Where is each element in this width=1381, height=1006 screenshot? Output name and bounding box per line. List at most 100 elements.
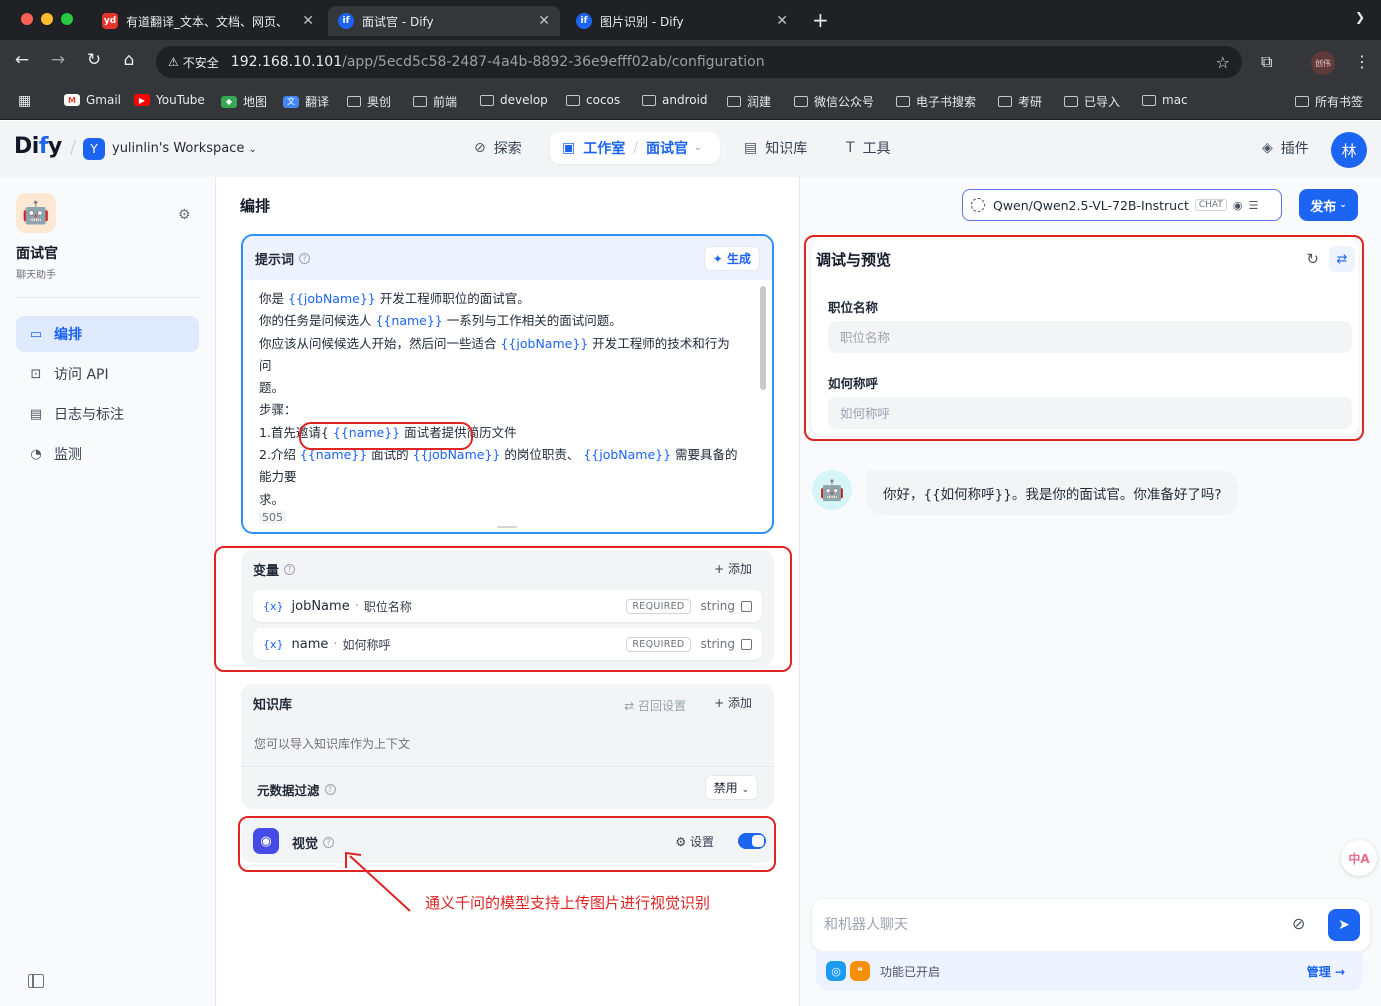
browser-tab-image-recognition[interactable]: if 图片识别 - Dify ✕ [566, 6, 798, 36]
send-button[interactable]: ➤ [1328, 909, 1360, 941]
dify-logo[interactable]: Dify [14, 134, 62, 159]
model-selector[interactable]: Qwen/Qwen2.5-VL-72B-Instruct CHAT ◉ ☰ [962, 189, 1282, 221]
bookmark-folder[interactable]: develop [480, 93, 548, 107]
chat-input[interactable] [824, 913, 1264, 937]
sidebar-item-monitor[interactable]: ◔ 监测 [16, 436, 199, 472]
reload-icon[interactable]: ↻ [82, 50, 106, 70]
prompt-segment: 2.介绍 [259, 447, 300, 463]
maximize-window-button[interactable] [61, 13, 73, 25]
bookmark-star-icon[interactable]: ☆ [1216, 53, 1230, 72]
apps-grid-icon[interactable]: ▦ [18, 93, 31, 109]
publish-button[interactable]: 发布 ⌄ [1299, 189, 1358, 221]
app-settings-icon[interactable]: ⚙ [178, 207, 191, 223]
recall-settings-button[interactable]: ⇄ 召回设置 [624, 697, 686, 714]
browser-tab-youdao[interactable]: yd 有道翻译_文本、文档、网页、 ✕ [92, 6, 324, 36]
bookmark-gmail[interactable]: M Gmail [64, 93, 121, 107]
prompt-header: 提示词 ? ✦ 生成 [243, 236, 772, 280]
edit-variable-icon[interactable] [741, 638, 752, 650]
manage-features-link[interactable]: 管理 → [1307, 963, 1345, 980]
nav-tools[interactable]: T 工具 [834, 132, 903, 164]
sidebar-item-api[interactable]: ⊡ 访问 API [16, 356, 199, 392]
help-icon[interactable]: ? [284, 564, 296, 575]
browser-tab-interviewer[interactable]: if 面试官 - Dify ✕ [328, 6, 560, 36]
nav-explore[interactable]: ⊘ 探索 [462, 132, 534, 164]
new-tab-button[interactable]: + [812, 8, 829, 32]
job-name-input[interactable] [828, 321, 1352, 353]
profile-avatar[interactable]: 创伟 [1311, 51, 1335, 75]
required-badge: REQUIRED [626, 598, 691, 614]
variable-row[interactable]: {x} name · 如何称呼 REQUIRED string [253, 628, 762, 660]
close-tab-icon[interactable]: ✕ [538, 13, 550, 29]
robot-icon: ▣ [562, 140, 576, 156]
help-icon[interactable]: ? [323, 837, 335, 848]
bookmark-folder[interactable]: mac [1142, 93, 1188, 107]
bookmark-folder[interactable]: 润建 [727, 93, 771, 110]
minimize-window-button[interactable] [41, 13, 53, 25]
workspace-switcher[interactable]: yulinlin's Workspace ⌄ [112, 141, 257, 156]
close-tab-icon[interactable]: ✕ [776, 13, 788, 29]
generate-prompt-button[interactable]: ✦ 生成 [703, 245, 760, 271]
vision-settings-button[interactable]: ⚙ 设置 [675, 833, 714, 850]
bookmark-folder[interactable]: 电子书搜索 [896, 93, 976, 110]
help-icon[interactable]: ? [324, 784, 336, 795]
variables-section: 变量? + 添加 {x} jobName · 职位名称 REQUIRED str… [241, 550, 774, 666]
nav-knowledge[interactable]: ▤ 知识库 [732, 132, 819, 164]
prompt-segment: 一系列与工作相关的面试问题。 [442, 313, 622, 329]
add-variable-button[interactable]: + 添加 [714, 560, 752, 577]
current-app-switcher[interactable]: 面试官 [646, 138, 688, 158]
sidebar-item-logs[interactable]: ▤ 日志与标注 [16, 396, 199, 432]
close-window-button[interactable] [21, 13, 33, 25]
model-settings-icon[interactable]: ☰ [1249, 199, 1259, 212]
help-icon[interactable]: ? [299, 252, 311, 264]
back-arrow-icon[interactable]: ← [10, 50, 34, 70]
all-bookmarks-folder[interactable]: 所有书签 [1295, 93, 1363, 110]
vision-toggle[interactable] [738, 833, 766, 849]
bookmark-folder[interactable]: cocos [566, 93, 620, 107]
prompt-editor[interactable]: 提示词 ? ✦ 生成 你是 {{jobName}} 开发工程师职位的面试官。 你的… [241, 234, 774, 534]
resize-handle[interactable] [497, 526, 517, 528]
bookmark-folder[interactable]: 微信公众号 [794, 93, 874, 110]
security-indicator[interactable]: ⚠ 不安全 [168, 54, 219, 71]
dify-icon: if [576, 13, 592, 29]
bookmark-translate[interactable]: 文翻译 [283, 93, 329, 110]
prompt-scrollbar[interactable] [760, 286, 766, 390]
variables-settings-icon[interactable]: ⇄ [1329, 246, 1355, 272]
extensions-puzzle-icon[interactable]: ⧉ [1261, 52, 1272, 72]
forward-arrow-icon[interactable]: → [46, 50, 70, 70]
sidebar-item-orchestrate[interactable]: ▭ 编排 [16, 316, 199, 352]
variable-row[interactable]: {x} jobName · 职位名称 REQUIRED string [253, 590, 762, 622]
bookmark-maps[interactable]: ◆ 地图 [221, 93, 267, 110]
browser-menu-icon[interactable]: ⋮ [1354, 52, 1370, 71]
bookmark-folder[interactable]: 已导入 [1064, 93, 1120, 110]
translate-extension-icon[interactable]: 中A [1341, 840, 1377, 876]
dashboard-icon: ◔ [30, 446, 42, 462]
bookmark-youtube[interactable]: ▶ YouTube [134, 93, 205, 107]
bookmark-folder[interactable]: android [642, 93, 708, 107]
nav-studio[interactable]: ▣ 工作室 / 面试官 ⌄ [550, 132, 720, 164]
bookmark-folder[interactable]: 考研 [998, 93, 1042, 110]
close-tab-icon[interactable]: ✕ [302, 13, 314, 29]
bookmark-folder[interactable]: 前端 [413, 93, 457, 110]
name-input[interactable] [828, 397, 1352, 429]
chevron-down-icon: ⌄ [693, 143, 702, 153]
metadata-filter-select[interactable]: 禁用 ⌄ [704, 775, 758, 800]
address-bar[interactable]: ⚠ 不安全 192.168.10.101/app/5ecd5c58-2487-4… [156, 46, 1242, 78]
workspace-badge[interactable]: Y [83, 138, 105, 160]
user-avatar[interactable]: 林 [1331, 132, 1367, 168]
refresh-icon[interactable]: ↻ [1306, 250, 1319, 268]
app-header: Dify / Y yulinlin's Workspace ⌄ ⊘ 探索 ▣ 工作室… [0, 121, 1381, 177]
bookmark-folder[interactable]: 奥创 [347, 93, 391, 110]
nav-plugins[interactable]: ◈ 插件 [1250, 132, 1321, 164]
attachment-icon[interactable]: ⊘ [1292, 914, 1305, 933]
tab-search-chevron-icon[interactable]: ❯ [1355, 10, 1365, 24]
prompt-line: 你是 {{jobName}} 开发工程师职位的面试官。 [259, 288, 742, 310]
greeting-message: 你好，{{如何称呼}}。我是你的面试官。你准备好了吗? [867, 471, 1238, 515]
maps-icon: ◆ [221, 95, 237, 108]
edit-variable-icon[interactable] [741, 600, 752, 612]
debug-preview-card: 调试与预览 ↻ ⇄ 职位名称 如何称呼 [811, 240, 1359, 436]
home-icon[interactable]: ⌂ [117, 50, 141, 70]
add-knowledge-button[interactable]: + 添加 [714, 694, 752, 711]
collapse-sidebar-icon[interactable] [28, 974, 44, 988]
config-panel: 编排 提示词 ? ✦ 生成 你是 {{jobName}} 开发工程师职位的面试官… [216, 177, 798, 1006]
prompt-text[interactable]: 你是 {{jobName}} 开发工程师职位的面试官。 你的任务是问候选人 {{n… [243, 280, 772, 505]
